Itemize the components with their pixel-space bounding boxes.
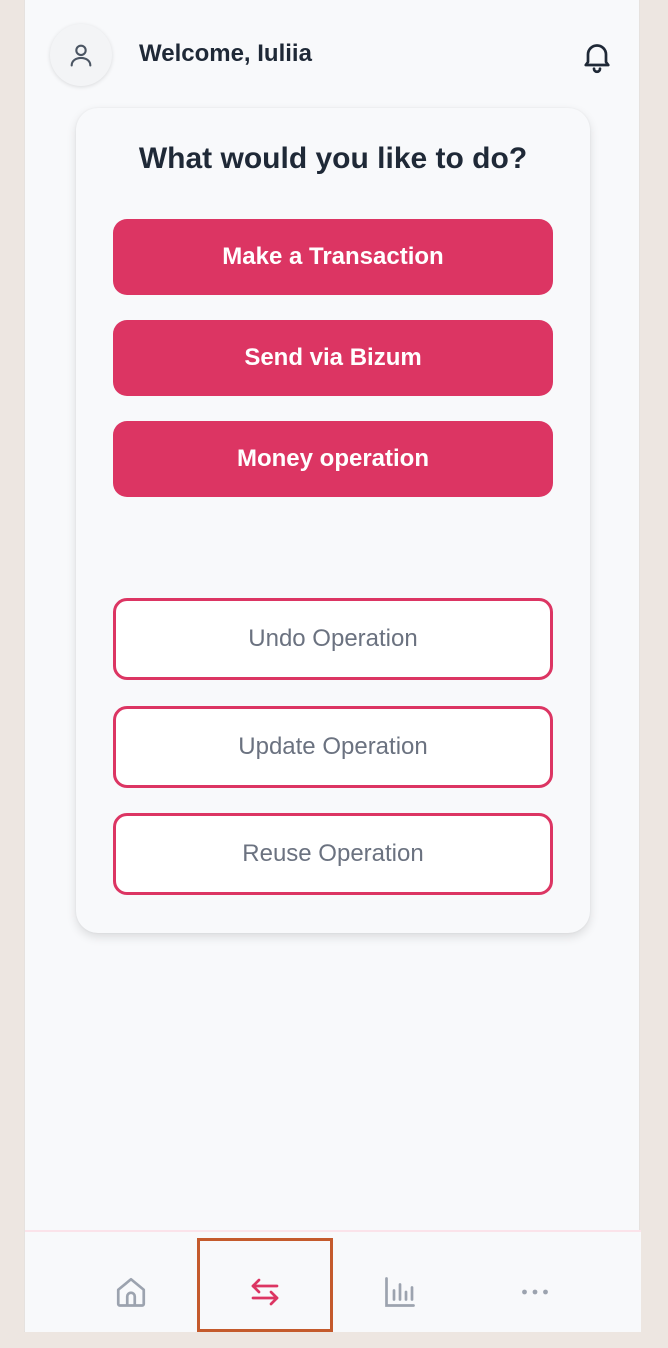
bar-chart-icon	[385, 1277, 415, 1307]
user-icon	[70, 44, 92, 67]
nav-item-transactions[interactable]	[233, 1260, 297, 1324]
home-icon	[116, 1277, 146, 1307]
send-via-bizum-button[interactable]: Send via Bizum	[113, 320, 553, 396]
reuse-operation-button[interactable]: Reuse Operation	[113, 813, 553, 895]
welcome-text: Welcome, Iuliia	[139, 40, 312, 67]
avatar[interactable]	[50, 24, 112, 86]
transfer-arrows-icon	[251, 1278, 279, 1306]
undo-operation-button[interactable]: Undo Operation	[113, 598, 553, 680]
nav-item-more[interactable]	[503, 1260, 567, 1324]
make-transaction-button[interactable]: Make a Transaction	[113, 219, 553, 295]
more-dots-icon	[522, 1289, 548, 1295]
notifications-button[interactable]	[577, 36, 617, 76]
money-operation-button[interactable]: Money operation	[113, 421, 553, 497]
nav-item-analytics[interactable]	[368, 1260, 432, 1324]
update-operation-button[interactable]: Update Operation	[113, 706, 553, 788]
phone-screen: Welcome, Iuliia What would you like to d…	[24, 0, 641, 1332]
action-card: What would you like to do? Make a Transa…	[76, 108, 590, 933]
nav-item-home[interactable]	[99, 1260, 163, 1324]
bottom-nav	[25, 1230, 641, 1332]
card-title: What would you like to do?	[138, 142, 528, 175]
header: Welcome, Iuliia	[25, 0, 641, 110]
bell-icon	[584, 44, 610, 74]
